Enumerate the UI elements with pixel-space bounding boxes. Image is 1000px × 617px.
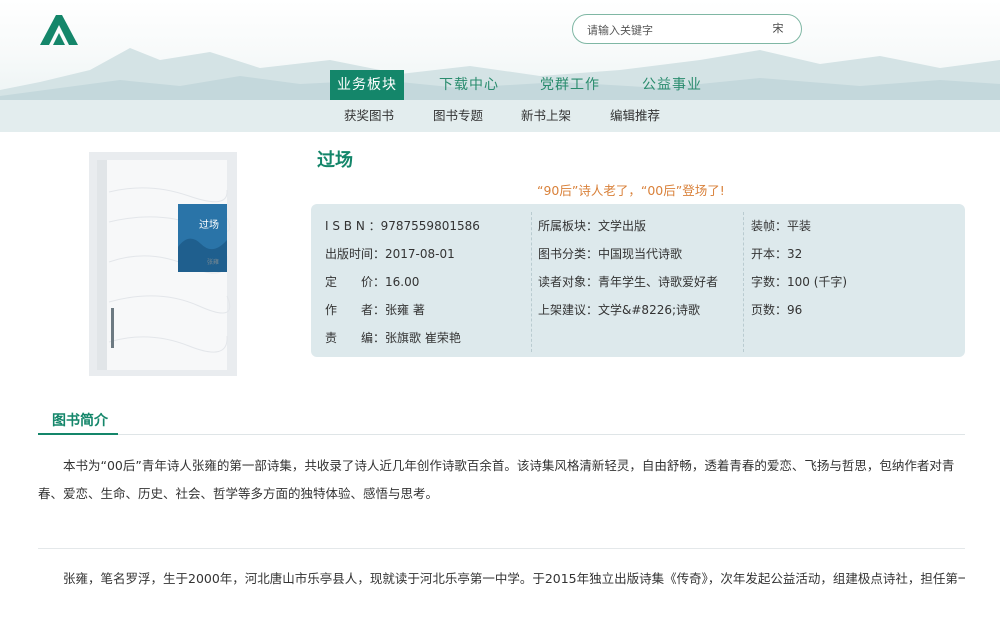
column-divider [743,212,744,352]
info-label: 上架建议： [538,303,599,317]
book-title: 过场 [317,150,353,171]
info-value: 张旗歌 崔荣艳 [385,331,461,345]
info-value: 文学出版 [598,219,647,233]
sub-nav-editor-picks[interactable]: 编辑推荐 [610,100,660,132]
nav-item-business[interactable]: 业务板块 [330,70,404,100]
info-label: 责 编： [325,331,386,345]
info-format: 开本：32 [751,245,802,263]
info-section: 所属板块：文学出版 [538,217,646,235]
info-label: 字数： [751,275,788,289]
info-author: 作 者：张雍 著 [325,301,425,319]
info-pages: 页数：96 [751,301,802,319]
sub-nav-book-topics[interactable]: 图书专题 [433,100,483,132]
info-value: 96 [787,303,803,317]
info-value: 32 [787,247,803,261]
info-label: 定 价： [325,275,386,289]
info-value: 文学&#8226;诗歌 [598,303,701,317]
info-label: 图书分类： [538,247,599,261]
search-button[interactable]: 宋 [764,20,792,38]
cover-author: 张雍 [207,258,219,266]
info-value: 青年学生、诗歌爱好者 [598,275,719,289]
info-isbn: I S B N ：9787559801586 [325,217,480,235]
info-label: 出版时间： [325,247,386,261]
info-shelf: 上架建议：文学&#8226;诗歌 [538,301,700,319]
section-divider [38,434,965,435]
info-price: 定 价：16.00 [325,273,419,291]
info-editor: 责 编：张旗歌 崔荣艳 [325,329,461,347]
info-value: 平装 [787,219,812,233]
info-label: 所属板块： [538,219,599,233]
sub-nav-new-books[interactable]: 新书上架 [521,100,571,132]
info-value: 9787559801586 [380,219,480,233]
book-info-panel: I S B N ：9787559801586 出版时间：2017-08-01 定… [311,204,965,357]
intro-paragraph: 本书为“00后”青年诗人张雍的第一部诗集，共收录了诗人近几年创作诗歌百余首。该诗… [38,458,955,501]
section-heading-underline [38,433,118,435]
nav-item-charity[interactable]: 公益事业 [635,70,709,100]
info-audience: 读者对象：青年学生、诗歌爱好者 [538,273,718,291]
logo-icon[interactable] [38,12,80,46]
info-wordcount: 字数：100 (千字) [751,273,847,291]
search-input[interactable] [587,21,737,39]
info-label: 作 者： [325,303,386,317]
content-divider [38,548,965,549]
info-category: 图书分类：中国现当代诗歌 [538,245,682,263]
info-binding: 装帧：平装 [751,217,811,235]
info-pubdate: 出版时间：2017-08-01 [325,245,455,263]
info-label: 页数： [751,303,788,317]
book-slogan: “90后”诗人老了，“00后”登场了! [537,183,725,198]
info-value: 张雍 著 [385,303,425,317]
info-value: 2017-08-01 [385,247,455,261]
info-value: 16.00 [385,275,420,289]
sub-nav: 获奖图书 图书专题 新书上架 编辑推荐 [0,100,1000,132]
nav-item-download[interactable]: 下载中心 [432,70,506,100]
info-label: I S B N ： [325,219,381,233]
column-divider [531,212,532,352]
book-cover-image: 过场 张雍 [89,152,237,376]
info-label: 读者对象： [538,275,599,289]
sub-nav-award-books[interactable]: 获奖图书 [344,100,394,132]
main-nav: 业务板块 下载中心 党群工作 公益事业 [0,70,1000,100]
nav-item-party[interactable]: 党群工作 [533,70,607,100]
author-paragraph: 张雍，笔名罗浮，生于2000年，河北唐山市乐亭县人，现就读于河北乐亭第一中学。于… [63,571,965,586]
info-label: 装帧： [751,219,788,233]
info-label: 开本： [751,247,788,261]
intro-heading: 图书简介 [52,413,108,429]
info-value: 100 (千字) [787,275,848,289]
cover-title: 过场 [199,218,219,231]
info-value: 中国现当代诗歌 [598,247,683,261]
